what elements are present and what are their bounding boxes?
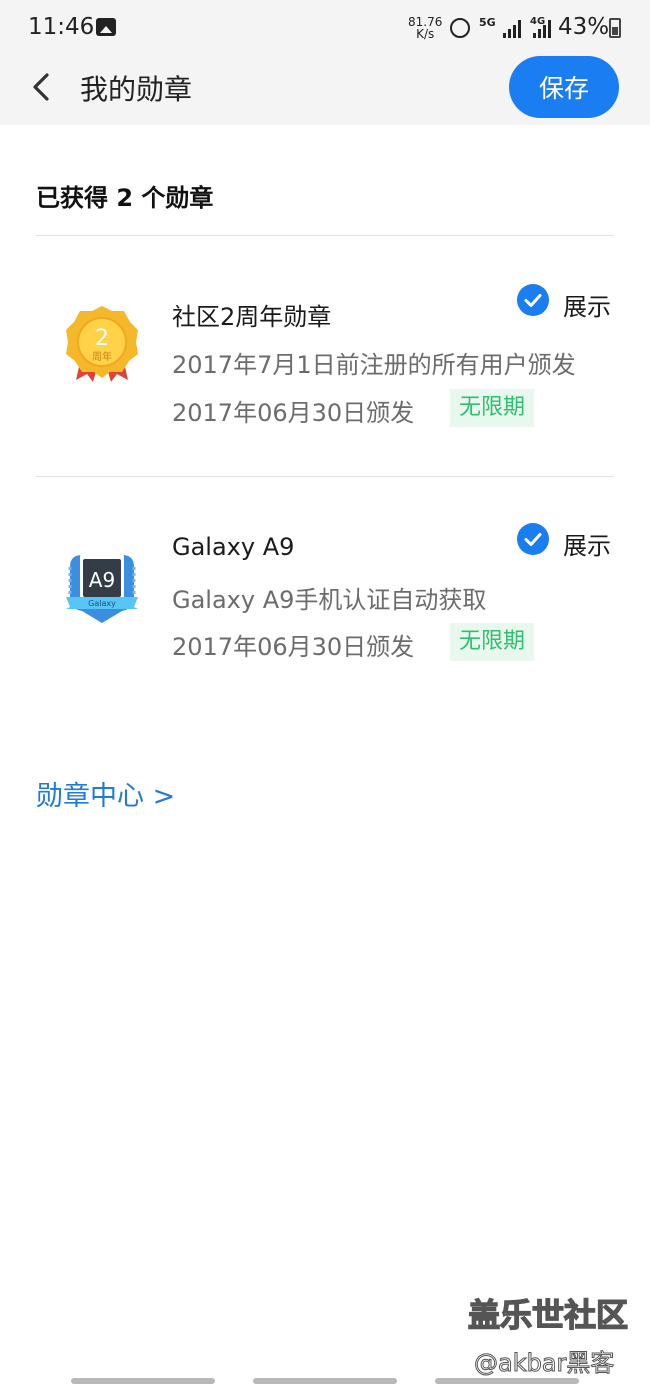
status-bar: 11:46 81.76 K/s 5G 4G 43% [0,0,650,50]
back-arrow-icon[interactable] [28,70,58,104]
earned-count: 已获得 2 个勋章 [36,184,214,212]
nav-bar-handle[interactable] [435,1378,579,1384]
nav-bar-handle[interactable] [71,1378,215,1384]
battery-percent: 43% [558,14,610,40]
app-bar: 我的勋章 保存 [0,50,650,125]
checkbox-checked-icon[interactable] [517,523,549,555]
status-time: 11:46 [28,14,95,40]
gallery-notification-icon [96,18,116,36]
badge-name: Galaxy A9 [172,533,295,561]
watermark-user: @akbar黑客 [473,1349,615,1378]
anniversary-medal-icon: 2 周年 [66,306,138,382]
show-toggle-label[interactable]: 展示 [563,287,611,322]
divider [36,235,614,236]
badge-center-link[interactable]: 勋章中心 > [36,774,175,813]
validity-tag: 无限期 [450,623,535,661]
badge-description: Galaxy A9手机认证自动获取 [172,586,487,614]
5g-icon: 5G [479,16,496,29]
medal-caption: 周年 [92,350,112,363]
badge-model-text: A9 [89,568,115,592]
signal-icon [503,20,521,38]
badge-date: 2017年06月30日颁发 [172,399,415,427]
watermark-title: 盖乐世社区 [467,1295,629,1334]
medal-number: 2 [95,326,109,351]
network-speed-unit: K/s [416,27,435,41]
battery-icon [609,18,621,38]
network-speed: 81.76 K/s [408,16,442,40]
badge-date: 2017年06月30日颁发 [172,633,415,661]
validity-tag: 无限期 [450,389,535,427]
divider [36,476,614,477]
save-button[interactable]: 保存 [509,56,619,118]
nav-bar-handle[interactable] [253,1378,397,1384]
show-toggle-label[interactable]: 展示 [563,526,611,561]
alarm-icon [450,18,470,38]
page-title: 我的勋章 [80,73,193,106]
checkbox-checked-icon[interactable] [517,284,549,316]
badge-name: 社区2周年勋章 [172,303,332,331]
signal-icon-2 [533,20,551,38]
badge-description: 2017年7月1日前注册的所有用户颁发 [172,351,576,379]
galaxy-a9-badge-icon: A9 Galaxy [66,553,138,623]
badge-ribbon-text: Galaxy [88,599,116,608]
